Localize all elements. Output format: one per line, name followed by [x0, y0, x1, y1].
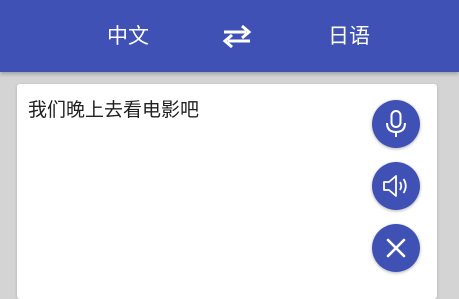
swap-arrows-icon — [222, 24, 252, 49]
swap-languages-button[interactable] — [218, 22, 256, 50]
source-language-button[interactable]: 中文 — [78, 0, 178, 72]
microphone-icon — [386, 110, 406, 137]
close-icon — [386, 238, 406, 258]
source-text-input[interactable]: 我们晚上去看电影吧 — [28, 95, 199, 122]
speaker-icon — [383, 175, 407, 197]
voice-input-button[interactable] — [372, 100, 420, 148]
app-header: 中文 日语 — [0, 0, 459, 72]
clear-text-button[interactable] — [372, 224, 420, 272]
target-language-button[interactable]: 日语 — [299, 0, 399, 72]
input-card: 我们晚上去看电影吧 — [17, 84, 437, 299]
speak-text-button[interactable] — [372, 162, 420, 210]
